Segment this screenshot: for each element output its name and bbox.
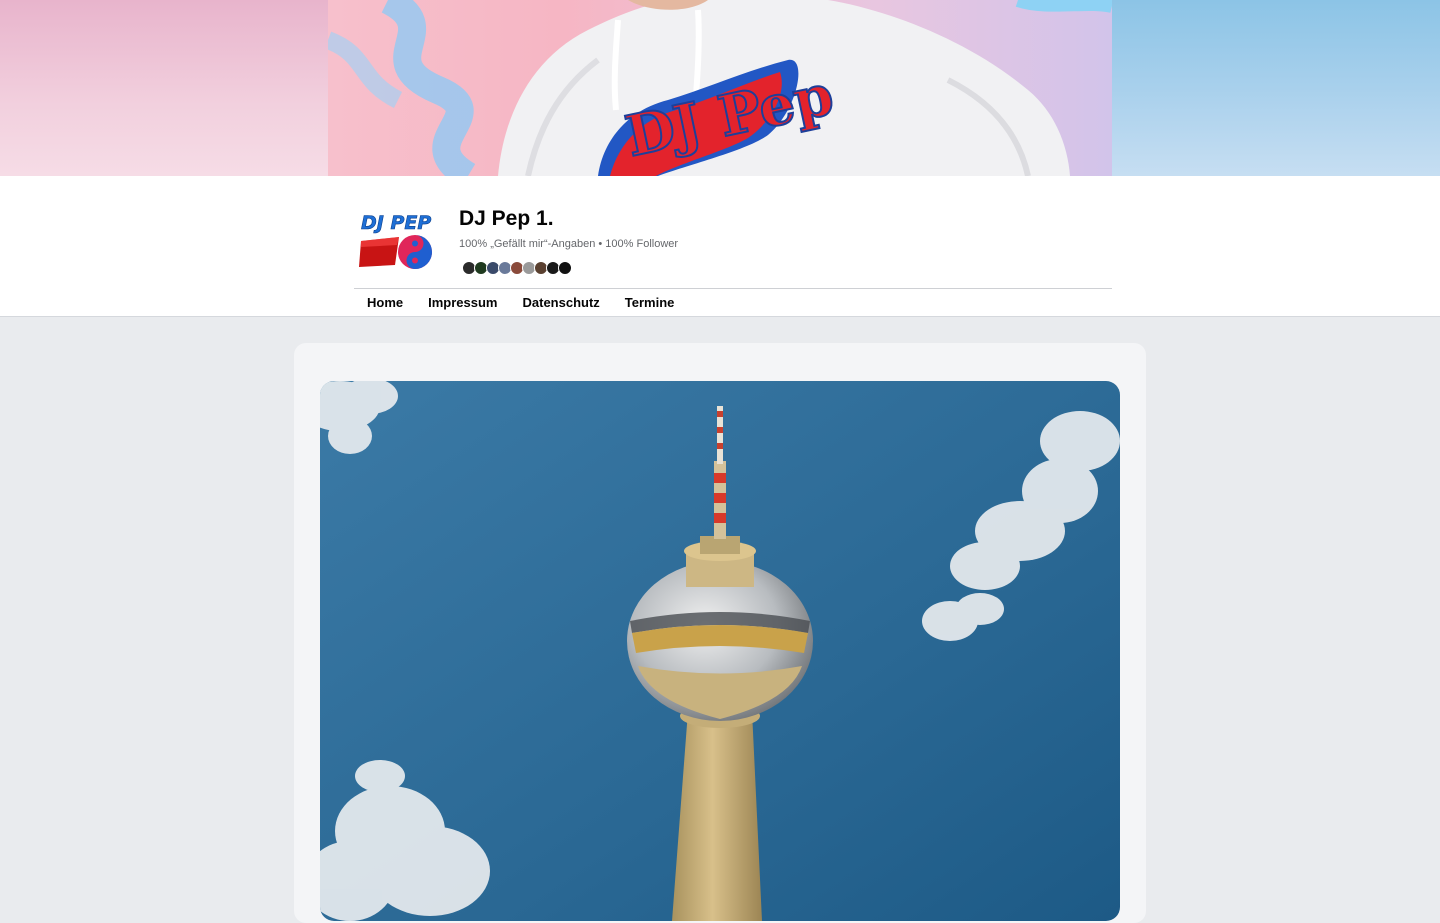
page-header bbox=[0, 176, 1440, 317]
cover-left-blur bbox=[0, 0, 328, 176]
profile-logo-text: DJ PEP bbox=[361, 212, 431, 234]
cover-right-blur bbox=[1112, 0, 1440, 176]
cover-banner: DJ Pep bbox=[0, 0, 1440, 176]
cover-photo-illustration: DJ Pep bbox=[328, 0, 1112, 176]
more-followers-icon[interactable] bbox=[558, 261, 572, 275]
tab-datenschutz[interactable]: Datenschutz bbox=[510, 289, 612, 316]
tab-home[interactable]: Home bbox=[354, 289, 415, 316]
page-stats: 100% „Gefällt mir“-Angaben • 100% Follow… bbox=[459, 238, 679, 250]
page-title: DJ Pep 1. bbox=[459, 207, 554, 230]
cover-photo[interactable]: DJ Pep bbox=[328, 0, 1112, 176]
post-photo[interactable] bbox=[320, 381, 1120, 921]
profile-picture[interactable]: DJ PEP bbox=[355, 205, 437, 281]
tab-termine[interactable]: Termine bbox=[612, 289, 687, 316]
tab-impressum[interactable]: Impressum bbox=[415, 289, 509, 316]
tv-tower-photo bbox=[320, 381, 1120, 921]
page-tabs: Home Impressum Datenschutz Termine bbox=[354, 289, 686, 316]
follower-avatars[interactable] bbox=[462, 261, 572, 275]
